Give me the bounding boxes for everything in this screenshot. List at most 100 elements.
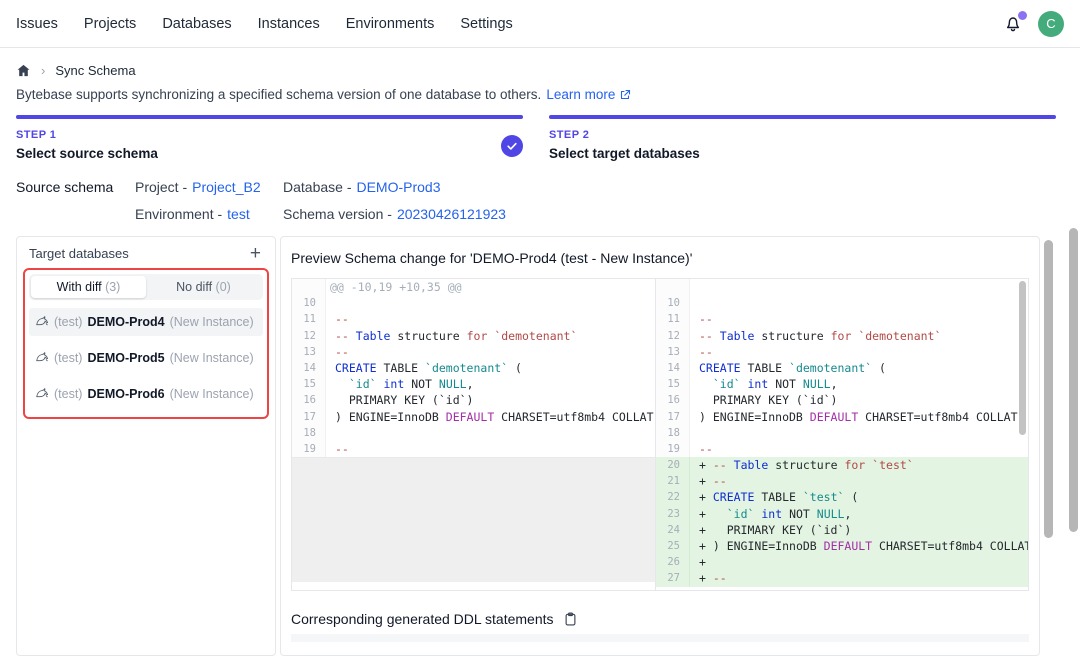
mysql-icon <box>35 351 49 365</box>
step-2: STEP 2 Select target databases <box>549 115 1056 162</box>
diff-line: 19-- <box>656 441 1028 457</box>
content-scrollbar[interactable] <box>1044 240 1053 538</box>
diff-line: 10 <box>292 295 655 311</box>
diff-line: 17) ENGINE=InnoDB DEFAULT CHARSET=utf8mb… <box>656 409 1028 425</box>
target-db-list: (test) DEMO-Prod4 (New Instance) (test) DEMO… <box>29 308 263 408</box>
diff-line: 13-- <box>292 344 655 360</box>
diff-hunk-header: @@ -10,19 +10,35 @@ <box>292 279 655 295</box>
diff-hunk-header <box>656 279 1028 295</box>
version-prefix: Schema version - <box>283 206 392 222</box>
nav-item-instances[interactable]: Instances <box>258 16 320 32</box>
target-databases-panel: Target databases + With diff (3) No diff… <box>16 236 276 656</box>
diff-editor-scrollbar[interactable] <box>1019 281 1026 435</box>
source-environment: Environment - test <box>135 206 283 222</box>
avatar[interactable]: C <box>1038 11 1064 37</box>
step-2-title: Select target databases <box>549 145 1056 162</box>
nav-item-environments[interactable]: Environments <box>346 16 435 32</box>
diff-pane-target[interactable]: 1011--12-- Table structure for `demotena… <box>656 279 1028 590</box>
diff-filter-tabs: With diff (3) No diff (0) <box>29 274 263 300</box>
intro-sentence: Bytebase supports synchronizing a specif… <box>16 87 541 102</box>
target-db-row[interactable]: (test)DEMO-Prod4(New Instance) <box>29 308 263 336</box>
project-link[interactable]: Project_B2 <box>192 179 260 195</box>
step-2-label: STEP 2 <box>549 129 1056 142</box>
diff-line: 17) ENGINE=InnoDB DEFAULT CHARSET=utf8mb… <box>292 409 655 425</box>
diff-line: 15 `id` int NOT NULL, <box>656 376 1028 392</box>
diff-pane-bottom <box>292 582 655 590</box>
diff-line: 11-- <box>656 311 1028 327</box>
mysql-icon <box>35 315 49 329</box>
tab-with-diff[interactable]: With diff (3) <box>31 276 146 298</box>
diff-alignment-filler <box>292 457 655 582</box>
source-schema-label: Source schema <box>16 179 135 222</box>
tab-no-diff[interactable]: No diff (0) <box>146 276 261 298</box>
diff-line: 21+ -- <box>656 473 1028 489</box>
diff-line: 12-- Table structure for `demotenant` <box>292 328 655 344</box>
db-suffix: (New Instance) <box>170 315 254 329</box>
diff-line: 15 `id` int NOT NULL, <box>292 376 655 392</box>
intro-text: Bytebase supports synchronizing a specif… <box>16 87 1064 102</box>
db-env: (test) <box>54 387 82 401</box>
diff-line: 13-- <box>656 344 1028 360</box>
ddl-code-block <box>291 634 1029 642</box>
source-database: Database - DEMO-Prod3 <box>283 179 506 195</box>
home-icon[interactable] <box>16 63 31 78</box>
diff-pane-source[interactable]: @@ -10,19 +10,35 @@1011--12-- Table stru… <box>292 279 656 590</box>
diff-line: 14CREATE TABLE `demotenant` ( <box>292 360 655 376</box>
step-2-progress-bar <box>549 115 1056 119</box>
add-target-database-button[interactable]: + <box>248 247 263 261</box>
db-name: DEMO-Prod6 <box>87 387 164 401</box>
db-name: DEMO-Prod4 <box>87 315 164 329</box>
diff-line: 16 PRIMARY KEY (`id`) <box>656 392 1028 408</box>
top-nav: Issues Projects Databases Instances Environm… <box>0 0 1080 48</box>
step-1: STEP 1 Select source schema <box>16 115 523 162</box>
source-schema-section: Source schema Project - Project_B2 Datab… <box>16 179 1064 222</box>
diff-line: 27+ -- <box>656 570 1028 586</box>
ddl-statements-label: Corresponding generated DDL statements <box>291 611 554 627</box>
db-name: DEMO-Prod5 <box>87 351 164 365</box>
environment-link[interactable]: test <box>227 206 250 222</box>
nav-links: Issues Projects Databases Instances Environm… <box>16 16 513 32</box>
step-1-complete-icon <box>501 135 523 157</box>
diff-line: 19-- <box>292 441 655 457</box>
preview-title: Preview Schema change for 'DEMO-Prod4 (t… <box>281 237 1039 266</box>
copy-icon[interactable] <box>563 611 578 627</box>
page-scrollbar[interactable] <box>1069 228 1078 532</box>
target-databases-highlight-box: With diff (3) No diff (0) (test) DEMO-Pro… <box>23 268 269 419</box>
diff-line: 20+ -- Table structure for `test` <box>656 457 1028 473</box>
database-link[interactable]: DEMO-Prod3 <box>356 179 440 195</box>
diff-line: 25+ ) ENGINE=InnoDB DEFAULT CHARSET=utf8… <box>656 538 1028 554</box>
schema-diff-editor[interactable]: @@ -10,19 +10,35 @@1011--12-- Table stru… <box>291 278 1029 591</box>
db-env: (test) <box>54 351 82 365</box>
step-1-title: Select source schema <box>16 145 523 162</box>
diff-line: 18 <box>656 425 1028 441</box>
nav-item-issues[interactable]: Issues <box>16 16 58 32</box>
db-suffix: (New Instance) <box>170 351 254 365</box>
db-suffix: (New Instance) <box>170 387 254 401</box>
notification-dot <box>1018 11 1027 20</box>
steps: STEP 1 Select source schema STEP 2 Selec… <box>16 115 1056 162</box>
step-1-progress-bar <box>16 115 523 119</box>
target-db-row[interactable]: (test) DEMO-Prod5 (New Instance) <box>29 344 263 372</box>
diff-line: 18 <box>292 425 655 441</box>
notifications-button[interactable] <box>1003 14 1023 34</box>
database-prefix: Database - <box>283 179 351 195</box>
diff-line: 24+ PRIMARY KEY (`id`) <box>656 522 1028 538</box>
page-title: Sync Schema <box>55 63 135 78</box>
target-db-row[interactable]: (test) DEMO-Prod6 (New Instance) <box>29 380 263 408</box>
preview-panel: Preview Schema change for 'DEMO-Prod4 (t… <box>280 236 1040 656</box>
diff-line: 14CREATE TABLE `demotenant` ( <box>656 360 1028 376</box>
nav-item-settings[interactable]: Settings <box>460 16 512 32</box>
tab-no-diff-count: (0) <box>216 280 231 294</box>
source-project: Project - Project_B2 <box>135 179 283 195</box>
schema-version-link[interactable]: 20230426121923 <box>397 206 506 222</box>
diff-line: 26+ <box>656 554 1028 570</box>
tab-with-diff-label: With diff <box>57 280 102 294</box>
environment-prefix: Environment - <box>135 206 222 222</box>
diff-line: 12-- Table structure for `demotenant` <box>656 328 1028 344</box>
tab-with-diff-count: (3) <box>105 280 120 294</box>
learn-more-link[interactable]: Learn more <box>546 87 631 102</box>
source-version: Schema version - 20230426121923 <box>283 206 506 222</box>
nav-item-databases[interactable]: Databases <box>162 16 231 32</box>
external-link-icon <box>619 89 631 101</box>
nav-item-projects[interactable]: Projects <box>84 16 136 32</box>
